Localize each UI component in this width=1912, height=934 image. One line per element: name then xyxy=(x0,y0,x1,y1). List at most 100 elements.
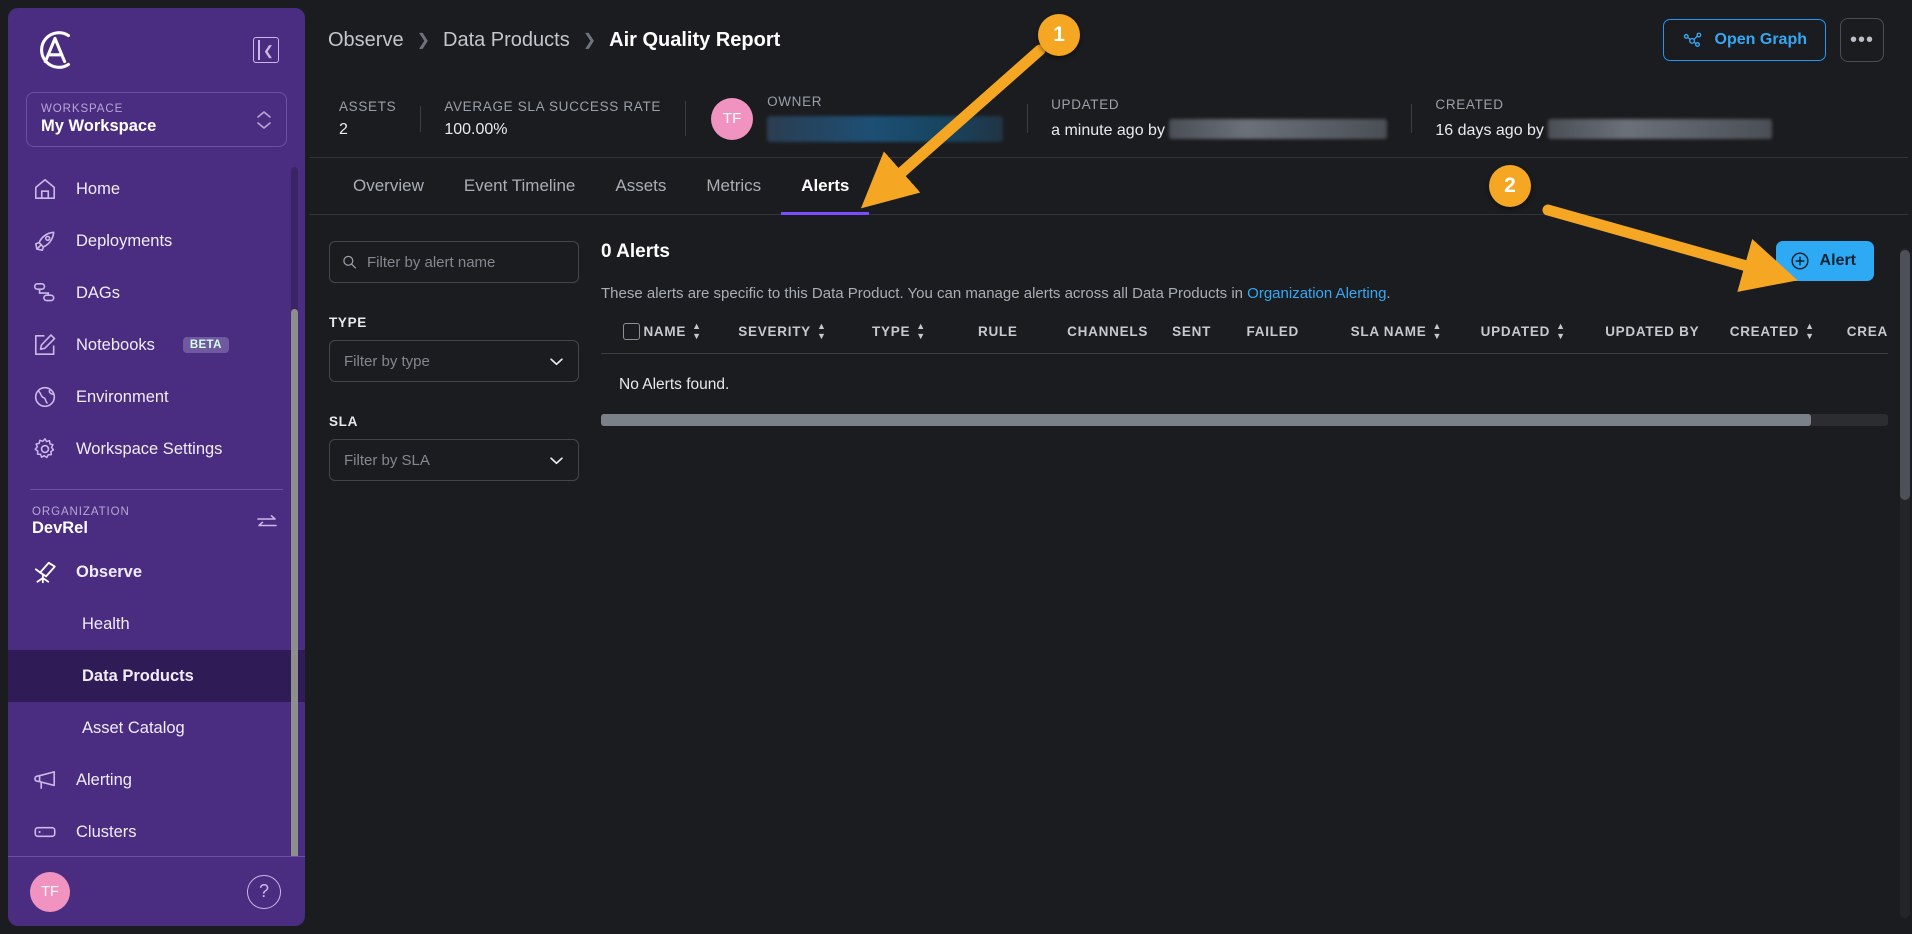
tab-assets[interactable]: Assets xyxy=(595,158,686,215)
sidebar-item-deployments[interactable]: Deployments xyxy=(8,215,305,267)
sidebar-item-label: Asset Catalog xyxy=(82,719,185,738)
column-label: NAME xyxy=(643,324,686,339)
alert-search-box[interactable] xyxy=(329,241,579,283)
stats-bar: ASSETS 2 AVERAGE SLA SUCCESS RATE 100.00… xyxy=(309,80,1908,158)
open-graph-button[interactable]: Open Graph xyxy=(1663,19,1826,61)
stat-label: OWNER xyxy=(767,94,1003,109)
stat-assets: ASSETS 2 xyxy=(333,99,420,139)
column-label: TYPE xyxy=(872,324,910,339)
chevron-right-icon: ❯ xyxy=(417,30,430,50)
stat-label: UPDATED xyxy=(1051,97,1387,112)
column-updated[interactable]: UPDATED ▲▼ xyxy=(1481,322,1606,341)
select-all-checkbox[interactable] xyxy=(623,323,640,340)
sidebar-item-home[interactable]: Home xyxy=(8,163,305,215)
sidebar-item-notebooks[interactable]: Notebooks BETA xyxy=(8,319,305,371)
sidebar-item-clusters[interactable]: Clusters xyxy=(8,806,305,856)
stat-value: 2 xyxy=(339,121,396,139)
sidebar-item-observe[interactable]: Observe xyxy=(8,546,305,598)
column-severity[interactable]: SEVERITY ▲▼ xyxy=(738,322,872,341)
search-input[interactable] xyxy=(367,254,566,271)
alerts-count: 0 Alerts xyxy=(601,241,670,263)
annotation-badge-2: 2 xyxy=(1489,165,1531,207)
organization-alerting-link[interactable]: Organization Alerting xyxy=(1247,285,1386,302)
column-label: CREATED xyxy=(1730,324,1799,339)
sidebar-item-asset-catalog[interactable]: Asset Catalog xyxy=(8,702,305,754)
sidebar-scrollbar-thumb[interactable] xyxy=(291,309,298,856)
sidebar-item-workspace-settings[interactable]: Workspace Settings xyxy=(8,423,305,475)
sort-icon: ▲▼ xyxy=(916,322,926,341)
column-name[interactable]: NAME ▲▼ xyxy=(643,322,738,341)
chevron-down-icon xyxy=(549,456,564,465)
owner-avatar: TF xyxy=(711,98,753,140)
add-alert-label: Alert xyxy=(1820,252,1856,270)
column-channels: CHANNELS xyxy=(1067,324,1172,339)
collapse-sidebar-icon[interactable]: ❮ xyxy=(253,37,279,63)
sort-icon: ▲▼ xyxy=(1433,322,1443,341)
stat-label: AVERAGE SLA SUCCESS RATE xyxy=(444,99,661,114)
sidebar-item-environment[interactable]: Environment xyxy=(8,371,305,423)
astronomer-logo[interactable] xyxy=(30,25,80,75)
alerts-description-period: . xyxy=(1386,285,1390,302)
sidebar-item-data-products[interactable]: Data Products xyxy=(8,650,305,702)
page-scrollbar-thumb[interactable] xyxy=(1900,250,1910,500)
sidebar-item-alerting[interactable]: Alerting xyxy=(8,754,305,806)
organization-switcher[interactable]: ORGANIZATION DevRel xyxy=(8,500,305,546)
switch-icon xyxy=(255,513,279,531)
tab-overview[interactable]: Overview xyxy=(333,158,444,215)
sla-filter-select[interactable]: Filter by SLA xyxy=(329,439,579,481)
page-title: Air Quality Report xyxy=(609,29,780,52)
sidebar-footer: TF ? xyxy=(8,856,305,926)
stat-label: ASSETS xyxy=(339,99,396,114)
sidebar-item-health[interactable]: Health xyxy=(8,598,305,650)
organization-label: ORGANIZATION xyxy=(32,506,130,518)
workspace-label: WORKSPACE xyxy=(41,103,156,115)
breadcrumb-observe[interactable]: Observe xyxy=(328,29,404,52)
tab-metrics[interactable]: Metrics xyxy=(686,158,781,215)
sidebar-item-label: Clusters xyxy=(76,823,137,842)
sidebar-item-label: Health xyxy=(82,615,130,634)
column-sla-name[interactable]: SLA NAME ▲▼ xyxy=(1351,322,1481,341)
column-failed: FAILED xyxy=(1247,324,1351,339)
sidebar-header: ❮ xyxy=(8,8,305,92)
megaphone-icon xyxy=(32,767,58,793)
sla-filter-value: Filter by SLA xyxy=(344,452,430,469)
column-created[interactable]: CREATED ▲▼ xyxy=(1730,322,1847,341)
search-icon xyxy=(342,254,357,270)
tab-alerts[interactable]: Alerts xyxy=(781,158,869,215)
sidebar-item-dags[interactable]: DAGs xyxy=(8,267,305,319)
add-alert-button[interactable]: Alert xyxy=(1776,241,1874,281)
stat-created: CREATED 16 days ago by xyxy=(1411,97,1796,140)
type-filter-select[interactable]: Filter by type xyxy=(329,340,579,382)
more-options-icon[interactable]: ••• xyxy=(1840,18,1884,62)
sidebar-item-label: Deployments xyxy=(76,232,172,251)
stat-value xyxy=(767,116,1003,143)
sort-icon: ▲▼ xyxy=(1805,322,1815,341)
sidebar-item-label: Alerting xyxy=(76,771,132,790)
sidebar-item-label: DAGs xyxy=(76,284,120,303)
table-hscrollbar-thumb[interactable] xyxy=(601,414,1811,426)
stat-value: 100.00% xyxy=(444,121,661,139)
chevron-right-icon: ❯ xyxy=(583,30,596,50)
column-label: RULE xyxy=(978,324,1018,339)
column-label: UPDATED xyxy=(1481,324,1550,339)
chevron-updown-icon xyxy=(256,110,272,130)
column-type[interactable]: TYPE ▲▼ xyxy=(872,322,978,341)
stat-value: a minute ago by xyxy=(1051,119,1387,140)
sidebar-item-label: Workspace Settings xyxy=(76,440,222,459)
column-label: UPDATED BY xyxy=(1605,324,1699,339)
avatar[interactable]: TF xyxy=(30,872,70,912)
table-hscrollbar-track[interactable] xyxy=(601,414,1888,426)
workspace-switcher[interactable]: WORKSPACE My Workspace xyxy=(26,92,287,147)
column-label: FAILED xyxy=(1247,324,1299,339)
tab-event-timeline[interactable]: Event Timeline xyxy=(444,158,596,215)
gear-icon xyxy=(32,436,58,462)
help-icon[interactable]: ? xyxy=(247,875,281,909)
sort-icon: ▲▼ xyxy=(1556,322,1566,341)
tab-bar: Overview Event Timeline Assets Metrics A… xyxy=(309,158,1908,215)
content-area: TYPE Filter by type SLA Filter by SLA xyxy=(305,215,1912,481)
breadcrumb-data-products[interactable]: Data Products xyxy=(443,29,570,52)
alerts-panel: 0 Alerts Alert These alerts are specific… xyxy=(601,241,1888,481)
alerts-table-header: NAME ▲▼ SEVERITY ▲▼ TYPE ▲▼ RULE xyxy=(601,322,1888,354)
alerts-table: NAME ▲▼ SEVERITY ▲▼ TYPE ▲▼ RULE xyxy=(601,322,1888,426)
type-filter-value: Filter by type xyxy=(344,353,430,370)
